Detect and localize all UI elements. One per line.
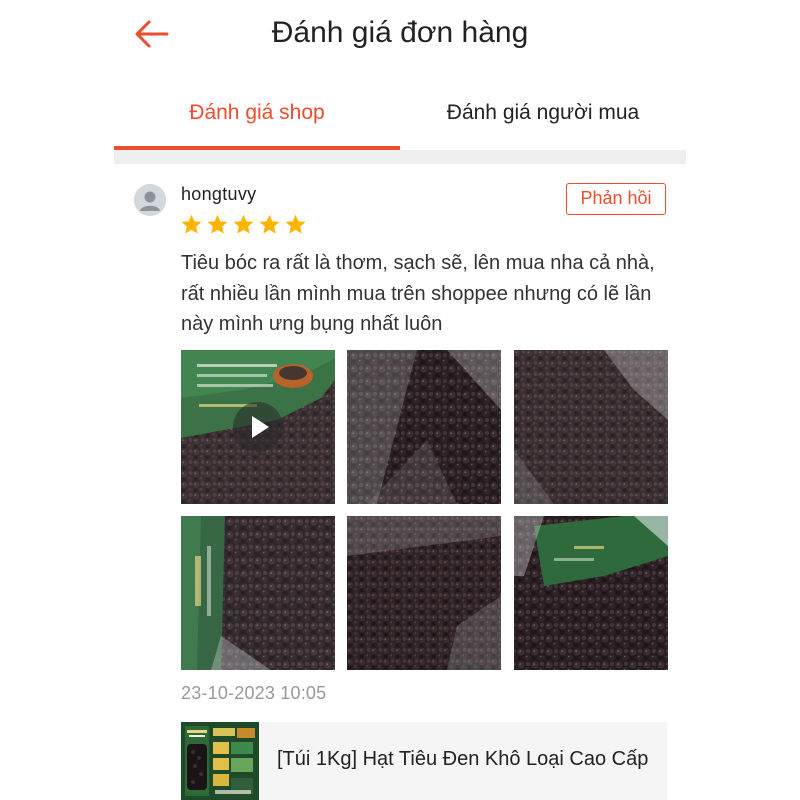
user-icon xyxy=(134,184,166,216)
tab-shop-reviews[interactable]: Đánh giá shop xyxy=(114,90,400,150)
product-name: [Túi 1Kg] Hạt Tiêu Đen Khô Loại Cao Cấp xyxy=(277,748,649,770)
star-icon xyxy=(259,214,280,234)
star-icon xyxy=(233,214,254,234)
section-separator xyxy=(114,150,686,164)
product-thumbnail xyxy=(181,722,259,800)
review-text: Tiêu bóc ra rất là thơm, sạch sẽ, lên mu… xyxy=(181,252,655,335)
star-rating xyxy=(180,213,307,237)
play-icon xyxy=(252,416,269,438)
product-card[interactable]: [Túi 1Kg] Hạt Tiêu Đen Khô Loại Cao Cấp xyxy=(181,722,667,800)
star-icon xyxy=(207,214,228,234)
review-photo[interactable] xyxy=(514,350,668,504)
avatar[interactable] xyxy=(134,184,166,216)
reviewer-username: hongtuvy xyxy=(181,184,257,204)
star-icon xyxy=(285,214,306,234)
header: Đánh giá đơn hàng xyxy=(114,0,686,72)
review-video-thumbnail[interactable] xyxy=(181,350,335,504)
play-button[interactable] xyxy=(233,402,283,452)
tab-bar: Đánh giá shop Đánh giá người mua xyxy=(114,90,686,152)
reply-button[interactable]: Phản hồi xyxy=(566,183,666,215)
review-photo[interactable] xyxy=(181,516,335,670)
review-photo[interactable] xyxy=(347,516,501,670)
star-icon xyxy=(181,214,202,234)
page-title: Đánh giá đơn hàng xyxy=(271,16,529,49)
review-photo[interactable] xyxy=(514,516,668,670)
review-timestamp: 23-10-2023 10:05 xyxy=(181,683,327,703)
app-screen: Đánh giá đơn hàng Đánh giá shop Đánh giá… xyxy=(114,0,686,800)
tab-buyer-reviews[interactable]: Đánh giá người mua xyxy=(400,90,686,150)
review-photo[interactable] xyxy=(347,350,501,504)
